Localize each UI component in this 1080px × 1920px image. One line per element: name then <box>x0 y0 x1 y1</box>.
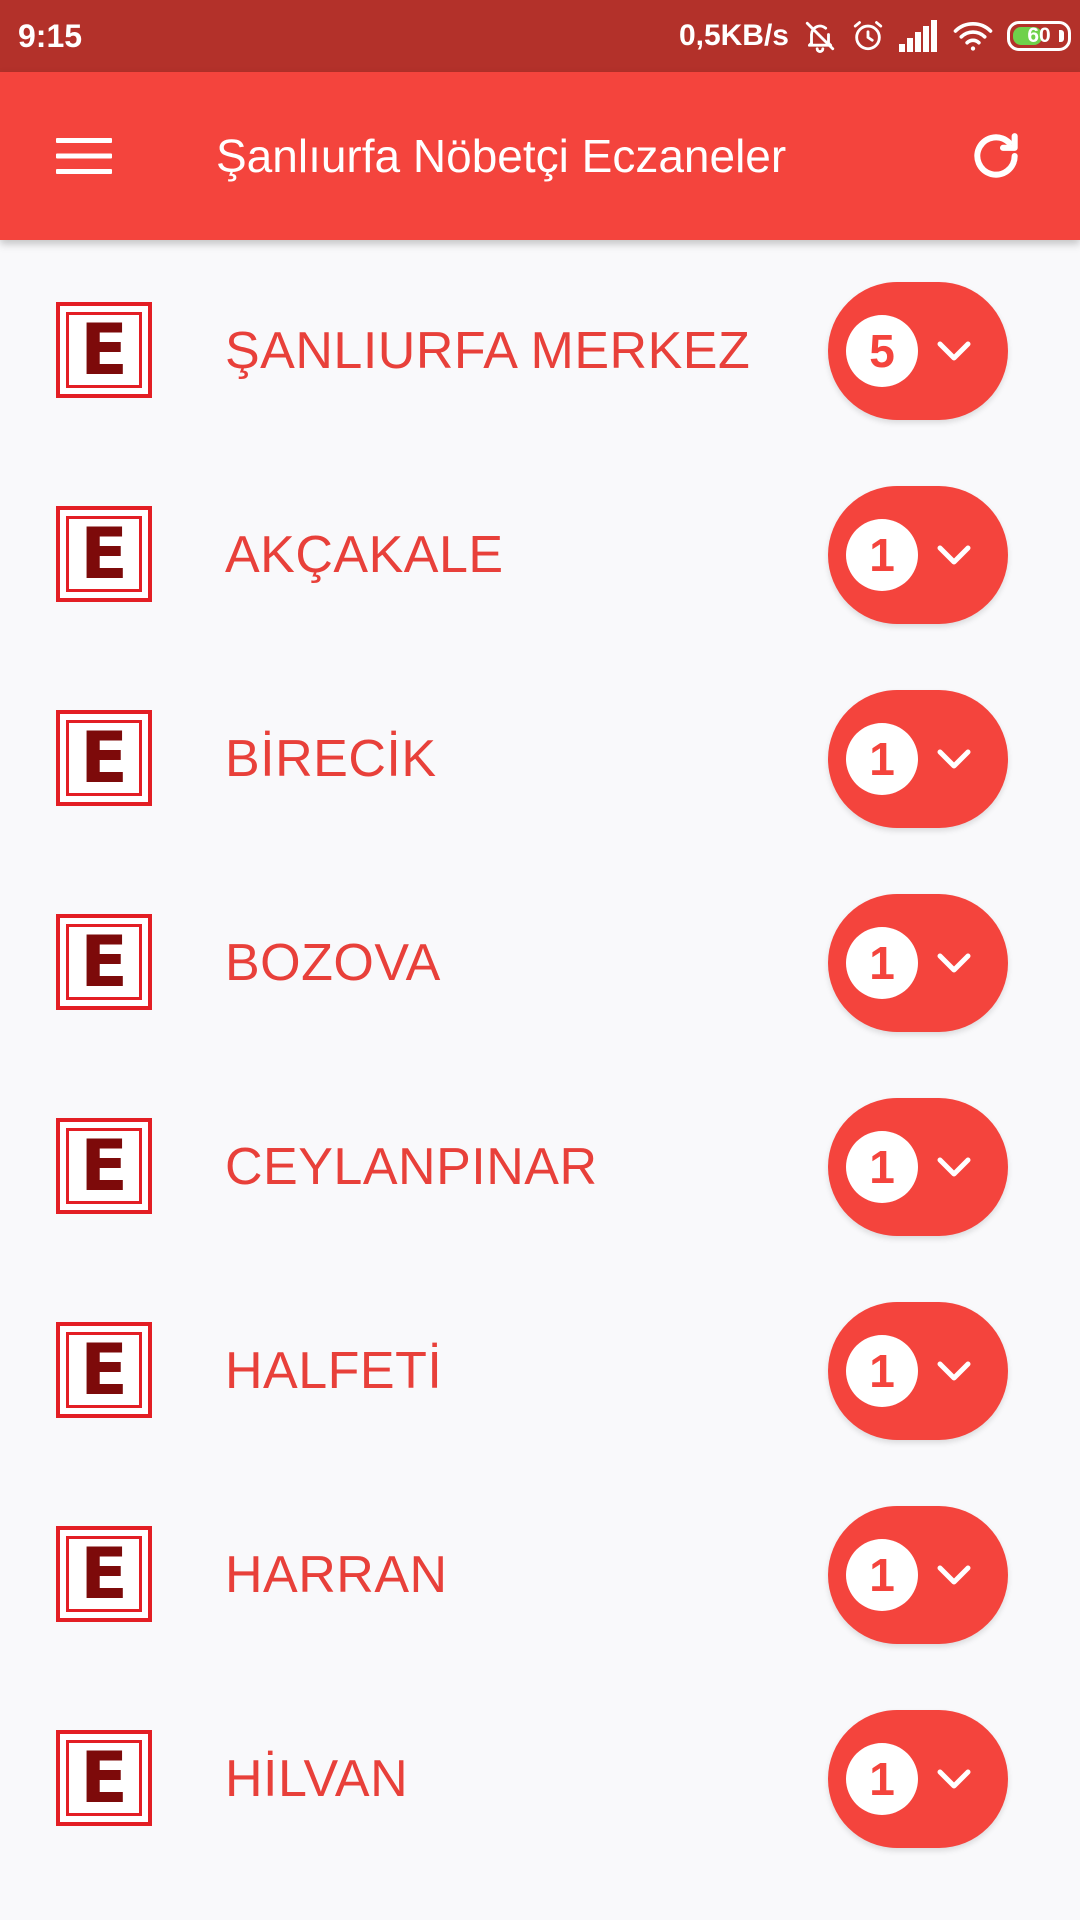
pharmacy-count-badge: 5 <box>846 315 918 387</box>
refresh-button[interactable] <box>956 116 1036 196</box>
pharmacy-logo-frame: E <box>66 720 142 796</box>
app-bar: Şanlıurfa Nöbetçi Eczaneler <box>0 72 1080 240</box>
status-icons: 0,5KB/s 60 <box>678 0 1071 72</box>
pharmacy-logo-frame: E <box>66 516 142 592</box>
pharmacy-logo-frame: E <box>66 1536 142 1612</box>
pharmacy-count-badge: 1 <box>846 927 918 999</box>
pharmacy-count-badge: 1 <box>846 1539 918 1611</box>
pharmacy-logo-letter: E <box>80 1329 128 1411</box>
pharmacy-logo: E <box>56 914 152 1010</box>
chevron-down-icon <box>936 1762 972 1798</box>
pharmacy-logo-letter: E <box>80 309 128 391</box>
pharmacy-logo: E <box>56 1526 152 1622</box>
pharmacy-logo: E <box>56 1118 152 1214</box>
chevron-down-icon <box>936 946 972 982</box>
district-name: AKÇAKALE <box>225 526 504 584</box>
list-item[interactable]: E HALFETİ 1 <box>0 1260 1080 1464</box>
district-list: E ŞANLIURFA MERKEZ 5 E AKÇAKALE 1 E BİRECİK 1 E BO… <box>0 240 1080 1920</box>
list-item[interactable]: E BİRECİK 1 <box>0 648 1080 852</box>
pharmacy-logo-frame: E <box>66 1128 142 1204</box>
battery-indicator: 60 <box>1007 21 1071 51</box>
chevron-down-icon <box>936 538 972 574</box>
expand-toggle-button[interactable]: 1 <box>828 486 1008 624</box>
pharmacy-logo: E <box>56 710 152 806</box>
list-item[interactable]: E BOZOVA 1 <box>0 852 1080 1056</box>
pharmacy-count-badge: 1 <box>846 1335 918 1407</box>
alarm-icon <box>851 19 885 53</box>
mute-notifications-icon <box>803 19 837 53</box>
pharmacy-logo: E <box>56 1322 152 1418</box>
pharmacy-logo-frame: E <box>66 1332 142 1408</box>
expand-toggle-button[interactable]: 1 <box>828 894 1008 1032</box>
pharmacy-logo: E <box>56 506 152 602</box>
battery-level: 60 <box>1027 24 1051 47</box>
chevron-down-icon <box>936 1150 972 1186</box>
expand-toggle-button[interactable]: 5 <box>828 282 1008 420</box>
pharmacy-logo-frame: E <box>66 312 142 388</box>
page-title: Şanlıurfa Nöbetçi Eczaneler <box>216 130 787 182</box>
district-name: HİLVAN <box>225 1750 409 1808</box>
district-name: ŞANLIURFA MERKEZ <box>225 322 751 380</box>
pharmacy-logo: E <box>56 302 152 398</box>
chevron-down-icon <box>936 1558 972 1594</box>
list-item[interactable]: E CEYLANPINAR 1 <box>0 1056 1080 1260</box>
signal-icon <box>899 20 939 52</box>
expand-toggle-button[interactable]: 1 <box>828 1098 1008 1236</box>
district-name: HALFETİ <box>225 1342 443 1400</box>
battery-icon: 60 <box>1007 21 1071 51</box>
list-item[interactable]: E AKÇAKALE 1 <box>0 444 1080 648</box>
list-item[interactable]: E HİLVAN 1 <box>0 1668 1080 1872</box>
pharmacy-logo-letter: E <box>80 717 128 799</box>
pharmacy-count-badge: 1 <box>846 519 918 591</box>
chevron-down-icon <box>936 1354 972 1390</box>
wifi-icon <box>953 20 993 52</box>
hamburger-menu-icon <box>56 138 112 174</box>
network-speed: 0,5KB/s <box>678 19 789 52</box>
chevron-down-icon <box>936 742 972 778</box>
status-bar: 9:15 0,5KB/s 60 <box>0 0 1080 72</box>
expand-toggle-button[interactable]: 1 <box>828 1506 1008 1644</box>
pharmacy-count-badge: 1 <box>846 723 918 795</box>
refresh-icon <box>974 133 1018 178</box>
district-name: CEYLANPINAR <box>225 1138 598 1196</box>
pharmacy-logo-letter: E <box>80 1125 128 1207</box>
pharmacy-logo-letter: E <box>80 921 128 1003</box>
district-name: BOZOVA <box>225 934 441 992</box>
pharmacy-logo-letter: E <box>80 513 128 595</box>
list-item[interactable]: E ŞANLIURFA MERKEZ 5 <box>0 240 1080 444</box>
chevron-down-icon <box>936 334 972 370</box>
pharmacy-count-badge: 1 <box>846 1743 918 1815</box>
pharmacy-logo: E <box>56 1730 152 1826</box>
pharmacy-count-badge: 1 <box>846 1131 918 1203</box>
expand-toggle-button[interactable]: 1 <box>828 1710 1008 1848</box>
list-item[interactable]: E HARRAN 1 <box>0 1464 1080 1668</box>
expand-toggle-button[interactable]: 1 <box>828 1302 1008 1440</box>
pharmacy-logo-letter: E <box>80 1737 128 1819</box>
pharmacy-logo-frame: E <box>66 1740 142 1816</box>
district-name: BİRECİK <box>225 730 437 788</box>
pharmacy-logo-frame: E <box>66 924 142 1000</box>
pharmacy-logo-letter: E <box>80 1533 128 1615</box>
expand-toggle-button[interactable]: 1 <box>828 690 1008 828</box>
status-time: 9:15 <box>18 18 83 54</box>
menu-button[interactable] <box>44 116 124 196</box>
district-name: HARRAN <box>225 1546 448 1604</box>
